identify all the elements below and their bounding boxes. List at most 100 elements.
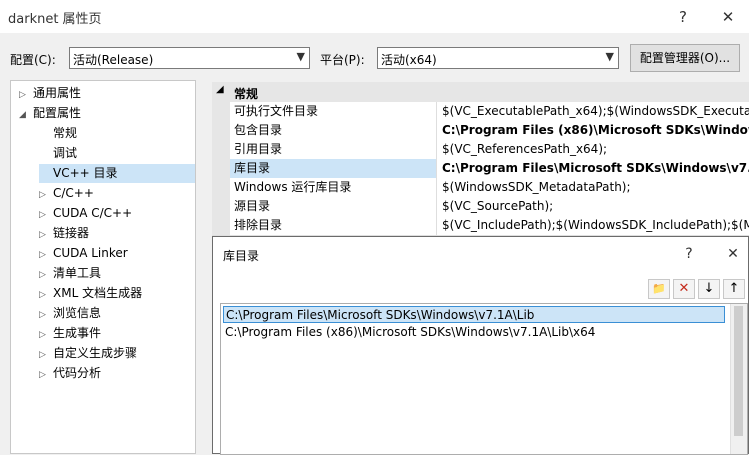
delete-icon: ✕ — [678, 281, 690, 296]
delete-line-button[interactable]: ✕ — [673, 279, 695, 299]
config-label: 配置(C): — [10, 53, 56, 67]
row-gutter — [212, 159, 230, 178]
config-select[interactable]: 活动(Release) ▼ — [69, 47, 310, 69]
grid-row-winrt-dirs[interactable]: Windows 运行库目录 $(WindowsSDK_MetadataPath)… — [212, 178, 749, 198]
tree-item-debugging[interactable]: 调试 — [39, 144, 77, 163]
tree-item-label: 配置属性 — [33, 106, 82, 120]
grid-category-label: 常规 — [234, 87, 259, 101]
grid-row-value[interactable]: C:\Program Files (x86)\Microsoft SDKs\Wi… — [438, 121, 749, 140]
tree-item-config-properties[interactable]: ◢ 配置属性 — [19, 104, 81, 123]
window-title: darknet 属性页 — [8, 12, 102, 27]
config-manager-button[interactable]: 配置管理器(O)... — [630, 44, 740, 72]
tree-item-label: 清单工具 — [53, 266, 102, 280]
move-up-button[interactable]: ↑ — [723, 279, 745, 299]
dialog-title: 库目录 — [223, 249, 260, 263]
scrollbar-thumb[interactable] — [734, 306, 743, 436]
tree-item-cpp[interactable]: ▷ C/C++ — [39, 184, 94, 203]
tree-item-label: 常规 — [53, 126, 78, 140]
tree-item-cuda-linker[interactable]: ▷ CUDA Linker — [39, 244, 128, 263]
grid-row-source-dirs[interactable]: 源目录 $(VC_SourcePath); — [212, 197, 749, 217]
folder-add-icon: 📁 — [652, 282, 666, 295]
arrow-down-icon: ↓ — [703, 281, 715, 296]
grid-row-value[interactable]: $(VC_ExecutablePath_x64);$(WindowsSDK_Ex… — [438, 102, 749, 121]
tree-item-label: CUDA C/C++ — [53, 206, 133, 220]
tree-item-label: 生成事件 — [53, 326, 102, 340]
list-item[interactable]: C:\Program Files (x86)\Microsoft SDKs\Wi… — [223, 324, 725, 341]
directory-list[interactable]: C:\Program Files\Microsoft SDKs\Windows\… — [220, 303, 748, 455]
expand-icon[interactable]: ▷ — [19, 86, 33, 105]
tree-item-custom-build-step[interactable]: ▷ 自定义生成步骤 — [39, 344, 137, 363]
tree-item-label: 链接器 — [53, 226, 90, 240]
tree-item-browse-info[interactable]: ▷ 浏览信息 — [39, 304, 101, 323]
expand-icon[interactable]: ▷ — [39, 346, 53, 365]
tree-item-common-properties[interactable]: ▷ 通用属性 — [19, 84, 81, 103]
grid-row-name: 源目录 — [230, 197, 437, 216]
property-tree: ▷ 通用属性 ◢ 配置属性 常规 调试 VC++ 目录 ▷ C/C++ ▷ CUDA C… — [10, 80, 196, 454]
collapse-icon[interactable]: ◢ — [19, 106, 33, 125]
tree-item-label: 通用属性 — [33, 86, 82, 100]
tree-item-label: 浏览信息 — [53, 306, 102, 320]
grid-row-value[interactable]: $(VC_IncludePath);$(WindowsSDK_IncludePa… — [438, 216, 749, 235]
grid-row-name: 可执行文件目录 — [230, 102, 437, 121]
chevron-down-icon: ▼ — [296, 50, 305, 63]
expand-icon[interactable]: ▷ — [39, 206, 53, 225]
vertical-scrollbar[interactable] — [730, 304, 747, 454]
row-gutter — [212, 121, 230, 140]
tree-item-label: 自定义生成步骤 — [53, 346, 138, 360]
grid-row-name: 库目录 — [230, 159, 437, 178]
chevron-down-icon: ▼ — [605, 50, 614, 63]
expand-icon[interactable]: ▷ — [39, 226, 53, 245]
expand-icon[interactable]: ▷ — [39, 326, 53, 345]
tree-item-xml-doc-generator[interactable]: ▷ XML 文档生成器 — [39, 284, 142, 303]
tree-item-code-analysis[interactable]: ▷ 代码分析 — [39, 364, 101, 383]
tree-item-linker[interactable]: ▷ 链接器 — [39, 224, 89, 243]
dialog-help-button[interactable]: ? — [677, 244, 701, 264]
grid-category-general[interactable]: ◢ 常规 — [212, 82, 749, 102]
grid-row-value[interactable]: $(VC_SourcePath); — [438, 197, 749, 216]
platform-select-value: 活动(x64) — [381, 53, 437, 67]
tree-item-label: VC++ 目录 — [53, 166, 118, 180]
tree-item-label: CUDA Linker — [53, 246, 128, 260]
grid-row-name: 排除目录 — [230, 216, 437, 235]
grid-row-exclude-dirs[interactable]: 排除目录 $(VC_IncludePath);$(WindowsSDK_Incl… — [212, 216, 749, 236]
expand-icon[interactable]: ▷ — [39, 366, 53, 385]
tree-item-label: XML 文档生成器 — [53, 286, 143, 300]
new-line-button[interactable]: 📁 — [648, 279, 670, 299]
arrow-up-icon: ↑ — [728, 281, 740, 296]
row-gutter — [212, 140, 230, 159]
row-gutter — [212, 178, 230, 197]
row-gutter — [212, 216, 230, 235]
list-item[interactable]: C:\Program Files\Microsoft SDKs\Windows\… — [223, 306, 725, 323]
row-gutter — [212, 102, 230, 121]
grid-row-include-dirs[interactable]: 包含目录 C:\Program Files (x86)\Microsoft SD… — [212, 121, 749, 141]
tree-item-vc-directories[interactable]: VC++ 目录 — [39, 164, 195, 183]
grid-row-value[interactable]: $(VC_ReferencesPath_x64); — [438, 140, 749, 159]
grid-row-name: Windows 运行库目录 — [230, 178, 437, 197]
platform-select[interactable]: 活动(x64) ▼ — [377, 47, 619, 69]
grid-row-value[interactable]: C:\Program Files\Microsoft SDKs\Windows\… — [438, 159, 749, 178]
config-select-value: 活动(Release) — [73, 53, 154, 67]
tree-item-cuda-cpp[interactable]: ▷ CUDA C/C++ — [39, 204, 132, 223]
expand-icon[interactable]: ▷ — [39, 266, 53, 285]
grid-row-value[interactable]: $(WindowsSDK_MetadataPath); — [438, 178, 749, 197]
close-button[interactable]: ✕ — [713, 6, 743, 28]
dialog-close-button[interactable]: ✕ — [721, 244, 745, 264]
grid-row-executable-dirs[interactable]: 可执行文件目录 $(VC_ExecutablePath_x64);$(Windo… — [212, 102, 749, 122]
grid-row-library-dirs[interactable]: 库目录 C:\Program Files\Microsoft SDKs\Wind… — [212, 159, 749, 179]
expand-icon[interactable]: ▷ — [39, 186, 53, 205]
grid-row-name: 引用目录 — [230, 140, 437, 159]
move-down-button[interactable]: ↓ — [698, 279, 720, 299]
tree-item-label: 调试 — [53, 146, 78, 160]
tree-item-manifest-tool[interactable]: ▷ 清单工具 — [39, 264, 101, 283]
expand-icon[interactable]: ▷ — [39, 306, 53, 325]
collapse-icon[interactable]: ◢ — [216, 84, 224, 95]
grid-row-name: 包含目录 — [230, 121, 437, 140]
tree-item-build-events[interactable]: ▷ 生成事件 — [39, 324, 101, 343]
help-button[interactable]: ? — [668, 6, 698, 28]
row-gutter — [212, 197, 230, 216]
platform-label: 平台(P): — [320, 53, 365, 67]
expand-icon[interactable]: ▷ — [39, 246, 53, 265]
tree-item-general[interactable]: 常规 — [39, 124, 77, 143]
expand-icon[interactable]: ▷ — [39, 286, 53, 305]
grid-row-reference-dirs[interactable]: 引用目录 $(VC_ReferencesPath_x64); — [212, 140, 749, 160]
